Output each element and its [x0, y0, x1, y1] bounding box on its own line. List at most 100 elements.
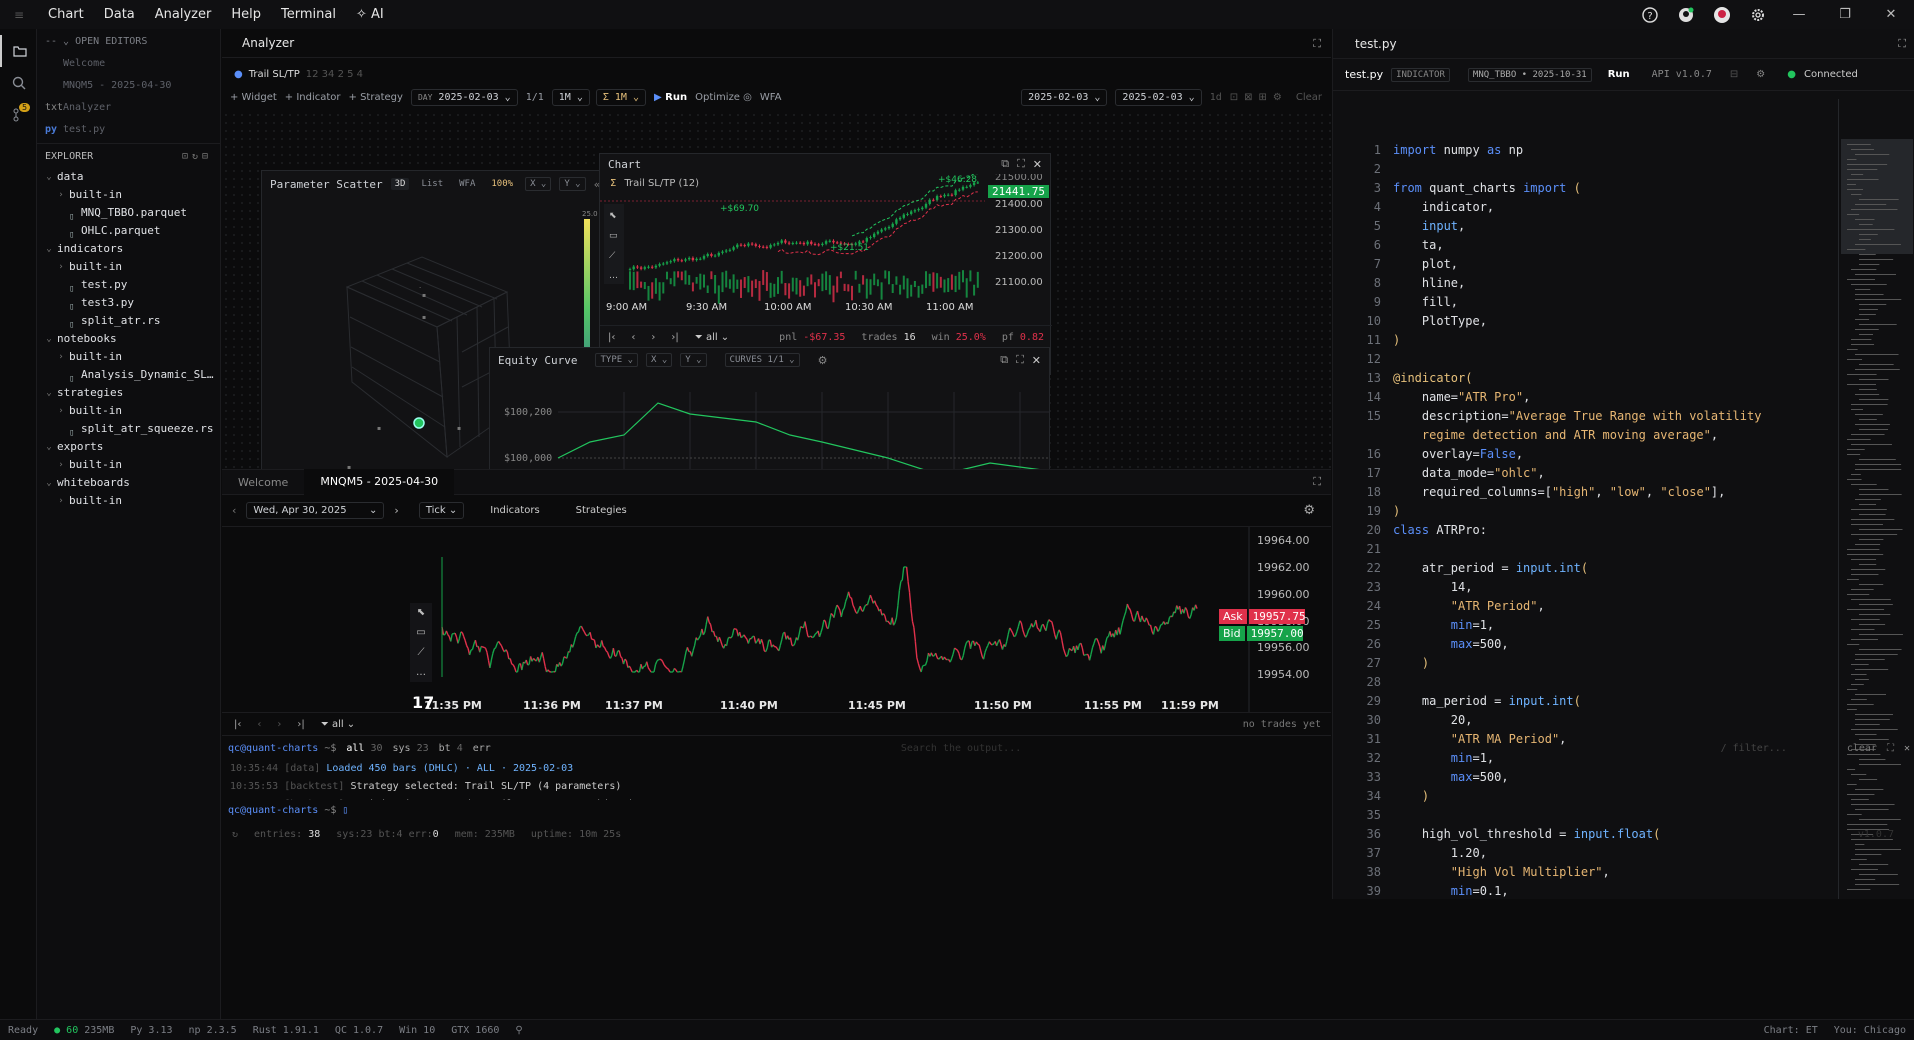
terminal-tab-sys[interactable]: sys 23	[393, 743, 429, 754]
tree-file[interactable]: ▯ split_atr_squeeze.rs	[37, 420, 220, 438]
zoom-level[interactable]: 100%	[487, 178, 517, 190]
next-icon[interactable]: ›	[651, 332, 655, 343]
tree-file[interactable]: ▯ OHLC.parquet	[37, 222, 220, 240]
tree-folder[interactable]: ⌄ notebooks	[37, 330, 220, 348]
tab-list[interactable]: List	[417, 178, 447, 190]
equity-chart[interactable]: $100,200 $100,000	[490, 372, 1050, 479]
prev-day-icon[interactable]: ‹	[232, 504, 236, 517]
tab-mnqm5[interactable]: MNQM5 - 2025-04-30	[304, 469, 455, 495]
minimize-button[interactable]: —	[1776, 0, 1822, 29]
menu-data[interactable]: Data	[94, 0, 145, 29]
expand-icon[interactable]: ⛶	[1313, 475, 1321, 489]
date-select[interactable]: Wed, Apr 30, 2025 ⌄	[246, 502, 385, 519]
popout-icon[interactable]: ⧉	[1001, 157, 1009, 171]
timeframe-select[interactable]: 1M ⌄	[551, 88, 590, 106]
tree-folder[interactable]: ⌄ indicators	[37, 240, 220, 258]
optimize-button[interactable]: Optimize ◎	[695, 92, 752, 103]
editor-settings-icon[interactable]: ⚙	[1756, 69, 1765, 80]
candlestick-chart[interactable]: +$69.70 +$21.51 +$46.28 21500.00 21400.00 213…	[600, 174, 1052, 314]
fullscreen-icon[interactable]: ⛶	[1017, 157, 1025, 171]
tab-wfa[interactable]: WFA	[455, 178, 479, 190]
maximize-button[interactable]: ❐	[1822, 0, 1868, 29]
y-axis-select[interactable]: Y ⌄	[559, 177, 586, 191]
prev-icon[interactable]: ‹	[631, 332, 635, 343]
chart-timezone[interactable]: Chart: ET	[1756, 1025, 1826, 1036]
github-icon[interactable]	[1668, 0, 1704, 29]
terminal-maximize-icon[interactable]: ⛶	[1887, 743, 1894, 754]
chart-settings-icon[interactable]: ⚙	[1303, 503, 1315, 518]
tab-3d[interactable]: 3D	[390, 178, 410, 190]
next-icon[interactable]: ›	[277, 719, 281, 730]
tab-welcome[interactable]: Welcome	[222, 476, 304, 489]
code-line[interactable]: 10 PlotType,	[1353, 312, 1823, 331]
tree-folder[interactable]: › built-in	[37, 402, 220, 420]
code-line[interactable]: 20 class ATRPro:	[1353, 521, 1823, 540]
code-line[interactable]: 19)	[1353, 502, 1823, 521]
first-icon[interactable]: |‹	[608, 332, 615, 343]
save-icon[interactable]: ⊟	[1730, 69, 1738, 80]
code-line[interactable]: regime detection and ATR moving average"…	[1353, 426, 1823, 445]
open-editor-item[interactable]: py test.py	[37, 119, 220, 141]
code-line[interactable]: 28	[1353, 673, 1823, 692]
terminal-filter-input[interactable]: / filter...	[1721, 743, 1787, 754]
tree-file[interactable]: ▯ Analysis_Dynamic_SL…	[37, 366, 220, 384]
code-line[interactable]: 21	[1353, 540, 1823, 559]
terminal-input-line[interactable]: qc@quant-charts ~$ ▯	[222, 802, 1914, 820]
code-line[interactable]: 12	[1353, 350, 1823, 369]
code-line[interactable]: 2	[1353, 160, 1823, 179]
tree-folder[interactable]: › built-in	[37, 348, 220, 366]
code-line[interactable]: 14 name="ATR Pro",	[1353, 388, 1823, 407]
code-line[interactable]: 9 fill,	[1353, 293, 1823, 312]
tree-file[interactable]: ▯ test3.py	[37, 294, 220, 312]
code-line[interactable]: 26 max=500,	[1353, 635, 1823, 654]
menu-ai[interactable]: ✧ AI	[346, 0, 394, 29]
run-button[interactable]: ▶ Run	[654, 92, 687, 103]
rect-icon[interactable]: ▭	[416, 627, 425, 638]
add-strategy-button[interactable]: + Strategy	[349, 92, 403, 103]
type-select[interactable]: TYPE ⌄	[595, 353, 639, 367]
terminal-clear-button[interactable]: clear	[1847, 743, 1877, 754]
code-line[interactable]: 23 14,	[1353, 578, 1823, 597]
more-icon[interactable]: …	[416, 667, 426, 678]
code-line[interactable]: 27 )	[1353, 654, 1823, 673]
chart-tool-icon[interactable]: ⬉	[609, 211, 617, 221]
terminal-search-input[interactable]: Search the output...	[901, 743, 1021, 754]
menu-chart[interactable]: Chart	[38, 0, 94, 29]
tree-file[interactable]: ▯ test.py	[37, 276, 220, 294]
code-line[interactable]: 30 20,	[1353, 711, 1823, 730]
code-line[interactable]: 5 input,	[1353, 217, 1823, 236]
wfa-button[interactable]: WFA	[760, 92, 782, 103]
next-day-icon[interactable]: ›	[394, 504, 398, 517]
code-line[interactable]: 29 ma_period = input.int(	[1353, 692, 1823, 711]
strategies-button[interactable]: Strategies	[576, 505, 627, 516]
code-line[interactable]: 13 @indicator(	[1353, 369, 1823, 388]
tree-file[interactable]: ▯ split_atr.rs	[37, 312, 220, 330]
toolbar-icons[interactable]: ⊡⊠⊞⚙	[1230, 92, 1288, 103]
fullscreen-icon[interactable]: ⛶	[1016, 353, 1024, 367]
cursor-icon[interactable]: ⬉	[417, 607, 425, 618]
code-line[interactable]: 1 import numpy as np	[1353, 141, 1823, 160]
prev-icon[interactable]: ‹	[257, 719, 261, 730]
code-line[interactable]: 11)	[1353, 331, 1823, 350]
code-line[interactable]: 6 ta,	[1353, 236, 1823, 255]
terminal-tab-bt[interactable]: bt 4	[439, 743, 463, 754]
explorer-actions-icon[interactable]: ⊡↻⊟	[182, 146, 212, 168]
user-timezone[interactable]: You: Chicago	[1826, 1025, 1914, 1036]
date-from-select[interactable]: 2025-02-03 ⌄	[1021, 88, 1108, 106]
popout-icon[interactable]: ⧉	[1000, 353, 1008, 367]
code-line[interactable]: 25 min=1,	[1353, 616, 1823, 635]
agg-timeframe-select[interactable]: Σ 1M ⌄	[595, 88, 646, 106]
terminal-tab-all[interactable]: all 30	[346, 743, 382, 754]
pin-icon[interactable]: ⚲	[507, 1025, 530, 1036]
terminal-close-icon[interactable]: ✕	[1904, 743, 1910, 754]
chart-tool-icon[interactable]: …	[609, 271, 618, 281]
tick-chart[interactable]: 19964.0019962.0019960.0019958.0019956.00…	[222, 527, 1331, 712]
trade-filter[interactable]: ⏷ all ⌄	[321, 719, 355, 730]
code-line[interactable]: 3 from quant_charts import (	[1353, 179, 1823, 198]
last-icon[interactable]: ›|	[671, 332, 678, 343]
code-line[interactable]: 18 required_columns=["high", "low", "clo…	[1353, 483, 1823, 502]
code-line[interactable]: 24 "ATR Period",	[1353, 597, 1823, 616]
open-editor-item[interactable]: Welcome	[37, 53, 220, 75]
help-icon[interactable]: ?	[1632, 0, 1668, 29]
search-icon[interactable]	[0, 67, 37, 99]
